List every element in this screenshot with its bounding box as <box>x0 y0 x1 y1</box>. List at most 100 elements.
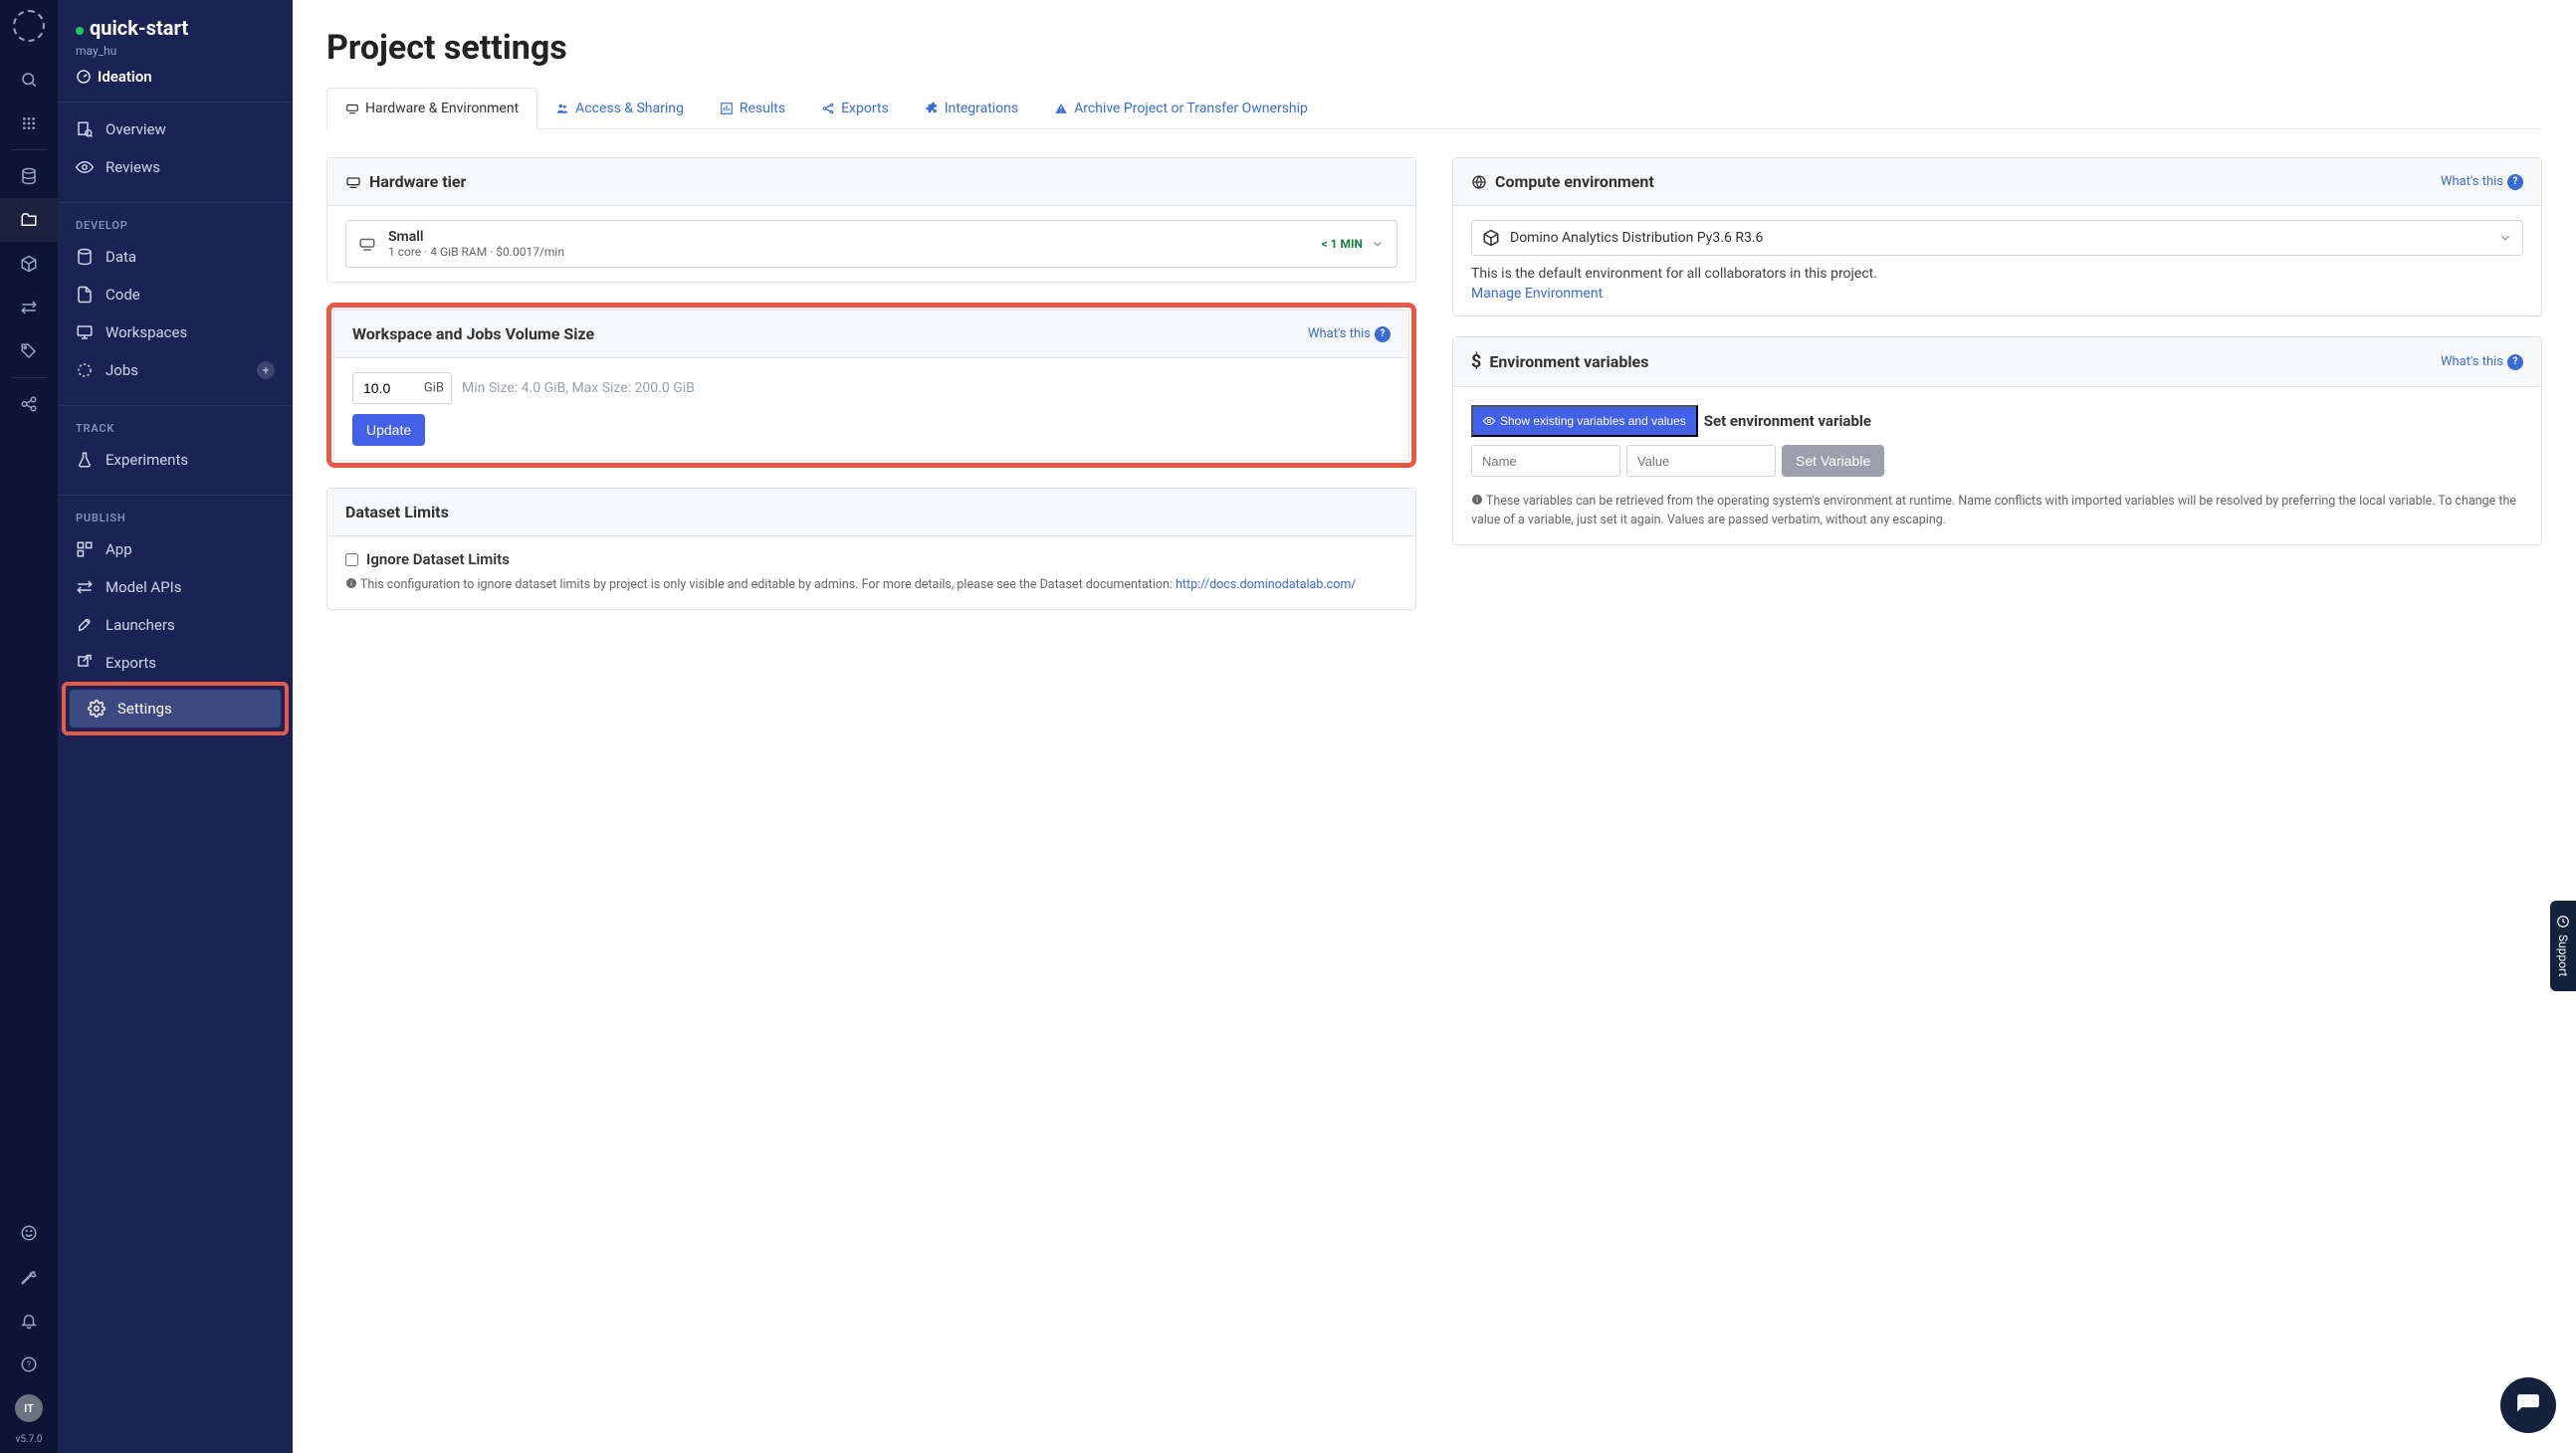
tab-results[interactable]: Results <box>702 88 803 128</box>
volume-highlight: Workspace and Jobs Volume Size What's th… <box>326 303 1416 468</box>
support-tab[interactable]: Support <box>2550 901 2576 990</box>
folder-icon[interactable] <box>0 198 58 242</box>
status-dot <box>76 27 84 35</box>
dataset-limits-note: i This configuration to ignore dataset l… <box>345 576 1397 595</box>
add-job-button[interactable]: + <box>257 361 275 379</box>
monitor-icon <box>76 323 94 341</box>
hardware-tier-card: Hardware tier Small 1 core · 4 GiB RAM ·… <box>326 157 1416 283</box>
clock-icon <box>2556 915 2570 929</box>
dollar-icon: $ <box>1471 351 1481 372</box>
dataset-docs-link[interactable]: http://docs.dominodatalab.com/ <box>1176 577 1356 592</box>
project-stage[interactable]: Ideation <box>76 68 275 86</box>
ignore-dataset-limits-label: Ignore Dataset Limits <box>366 550 510 568</box>
transfer-icon[interactable] <box>0 286 58 329</box>
env-vars-title: Environment variables <box>1489 352 1648 371</box>
apps-icon[interactable] <box>0 102 58 145</box>
ignore-dataset-limits-checkbox[interactable] <box>345 553 358 566</box>
dataset-limits-card: Dataset Limits Ignore Dataset Limits i T… <box>326 488 1416 610</box>
chevron-down-icon <box>2498 231 2512 245</box>
share-alt-icon <box>821 102 835 115</box>
warning-icon <box>1054 102 1068 115</box>
sidebar-item-jobs[interactable]: Jobs + <box>58 351 293 389</box>
chat-button[interactable] <box>2500 1377 2556 1433</box>
ignore-dataset-limits-row[interactable]: Ignore Dataset Limits <box>345 550 1397 568</box>
tab-exports[interactable]: Exports <box>803 88 907 128</box>
volume-whats-this[interactable]: What's this? <box>1308 326 1391 342</box>
volume-hint: Min Size: 4.0 GiB, Max Size: 200.0 GiB <box>462 380 695 396</box>
bell-icon[interactable] <box>0 1299 58 1343</box>
var-value-input[interactable] <box>1626 445 1776 477</box>
sidebar-item-model-apis[interactable]: Model APIs <box>58 568 293 606</box>
sidebar-item-reviews[interactable]: Reviews <box>58 148 293 186</box>
search-icon[interactable] <box>0 58 58 102</box>
set-variable-button[interactable]: Set Variable <box>1782 445 1884 477</box>
sidebar-item-launchers[interactable]: Launchers <box>58 606 293 644</box>
tag-icon[interactable] <box>0 329 58 373</box>
sidebar-item-overview[interactable]: Overview <box>58 110 293 148</box>
cube-icon[interactable] <box>0 242 58 286</box>
volume-card: Workspace and Jobs Volume Size What's th… <box>333 310 1409 461</box>
overview-icon <box>76 120 94 138</box>
sidebar-item-exports[interactable]: Exports <box>58 644 293 682</box>
gear-icon <box>88 700 106 718</box>
tab-hardware[interactable]: Hardware & Environment <box>326 88 537 129</box>
project-sidebar: quick-start may_hu Ideation Overview Rev… <box>58 0 293 1453</box>
manage-env-link[interactable]: Manage Environment <box>1471 286 1603 302</box>
hardware-tier-select[interactable]: Small 1 core · 4 GiB RAM · $0.0017/min <… <box>345 220 1397 268</box>
info-icon: i <box>345 577 357 589</box>
wrench-icon[interactable] <box>0 1255 58 1299</box>
hw-selected-meta: 1 core · 4 GiB RAM · $0.0017/min <box>388 245 564 259</box>
tab-archive[interactable]: Archive Project or Transfer Ownership <box>1036 88 1326 128</box>
show-vars-button[interactable]: Show existing variables and values <box>1471 405 1698 437</box>
settings-tabs: Hardware & Environment Access & Sharing … <box>326 88 2542 129</box>
project-owner: may_hu <box>76 44 275 58</box>
svg-text:i: i <box>1476 497 1478 505</box>
main-content: Project settings Hardware & Environment … <box>293 0 2576 1453</box>
sidebar-item-app[interactable]: App <box>58 530 293 568</box>
eye-icon <box>76 158 94 176</box>
set-var-label: Set environment variable <box>1704 412 1871 430</box>
update-button[interactable]: Update <box>352 414 425 446</box>
tab-access[interactable]: Access & Sharing <box>537 88 702 128</box>
database-icon[interactable] <box>0 154 58 198</box>
env-vars-note: i These variables can be retrieved from … <box>1471 493 2523 530</box>
volume-unit: GiB <box>424 381 444 396</box>
section-develop-label: DEVELOP <box>58 211 293 238</box>
env-vars-card: $ Environment variables What's this? Sho… <box>1452 336 2542 545</box>
box-icon <box>1482 229 1500 247</box>
svg-text:i: i <box>350 580 352 588</box>
file-icon <box>76 286 94 304</box>
share-icon[interactable] <box>0 382 58 426</box>
sidebar-item-data[interactable]: Data <box>58 238 293 276</box>
dashboard-icon <box>76 540 94 558</box>
app-logo[interactable] <box>13 10 45 42</box>
hw-selected-name: Small <box>388 229 564 245</box>
compute-env-title: Compute environment <box>1495 172 1654 191</box>
sidebar-item-workspaces[interactable]: Workspaces <box>58 313 293 351</box>
var-name-input[interactable] <box>1471 445 1620 477</box>
smile-icon[interactable] <box>0 1211 58 1255</box>
help-icon[interactable]: ? <box>0 1343 58 1386</box>
compute-env-desc: This is the default environment for all … <box>1471 266 2523 282</box>
compute-env-selected: Domino Analytics Distribution Py3.6 R3.6 <box>1510 230 1763 246</box>
section-track-label: TRACK <box>58 414 293 441</box>
export-icon <box>76 654 94 672</box>
page-title: Project settings <box>326 28 2542 68</box>
info-icon: i <box>1471 494 1483 506</box>
user-avatar[interactable]: IT <box>15 1394 43 1422</box>
settings-highlight: Settings <box>62 682 289 735</box>
env-vars-whats-this[interactable]: What's this? <box>2441 354 2523 370</box>
compute-env-whats-this[interactable]: What's this? <box>2441 174 2523 190</box>
sidebar-item-code[interactable]: Code <box>58 276 293 313</box>
puzzle-icon <box>925 102 939 115</box>
chevron-down-icon <box>1371 237 1385 251</box>
sidebar-item-settings[interactable]: Settings <box>70 690 281 727</box>
sidebar-item-experiments[interactable]: Experiments <box>58 441 293 479</box>
section-publish-label: PUBLISH <box>58 504 293 530</box>
tab-integrations[interactable]: Integrations <box>907 88 1036 128</box>
flask-icon <box>76 451 94 469</box>
server-icon <box>345 174 361 190</box>
users-icon <box>555 102 569 115</box>
volume-title: Workspace and Jobs Volume Size <box>352 324 594 343</box>
compute-env-select[interactable]: Domino Analytics Distribution Py3.6 R3.6 <box>1471 220 2523 256</box>
